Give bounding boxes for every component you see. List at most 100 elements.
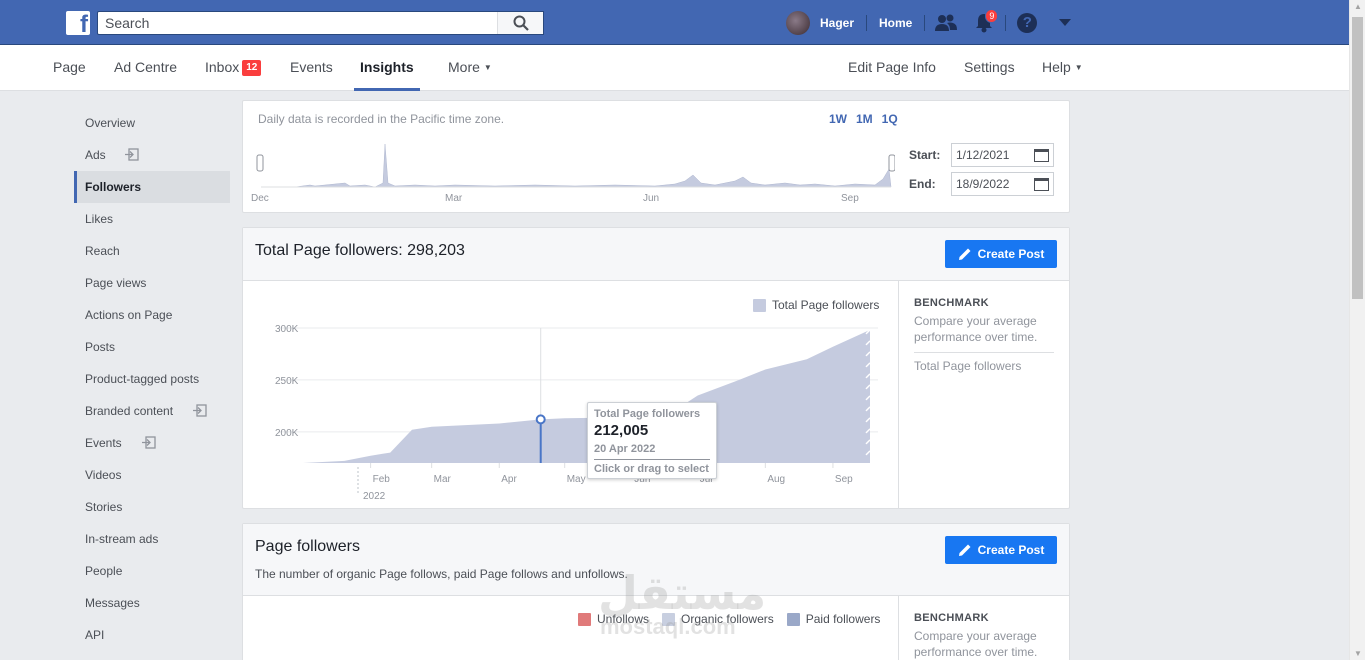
facebook-logo-icon[interactable]: f bbox=[66, 11, 90, 37]
sidebar-item-stories[interactable]: Stories bbox=[74, 491, 230, 523]
range-month-tick: Sep bbox=[841, 193, 859, 204]
divider bbox=[914, 352, 1054, 353]
range-buttons: 1W 1M 1Q bbox=[829, 112, 898, 126]
edit-page-info-link[interactable]: Edit Page Info bbox=[848, 45, 936, 91]
chart-tooltip: Total Page followers 212,005 20 Apr 2022… bbox=[587, 402, 717, 479]
search-icon bbox=[513, 15, 529, 31]
overview-area bbox=[261, 143, 892, 188]
sidebar-item-events[interactable]: Events bbox=[74, 427, 230, 459]
home-link[interactable]: Home bbox=[869, 16, 922, 30]
divider bbox=[1005, 14, 1007, 31]
divider bbox=[866, 14, 868, 31]
range-month-tick: Dec bbox=[251, 193, 269, 204]
sidebar-item-label: Messages bbox=[85, 596, 140, 610]
tab-insights[interactable]: Insights bbox=[354, 45, 420, 91]
link-label: Settings bbox=[964, 59, 1015, 75]
tab-events[interactable]: Events bbox=[290, 45, 333, 91]
end-date-label: End: bbox=[909, 177, 936, 191]
notifications-button[interactable]: 9 bbox=[968, 0, 1000, 45]
caret-down-icon bbox=[1059, 18, 1072, 26]
profile-link[interactable]: Hager bbox=[817, 16, 864, 30]
settings-link[interactable]: Settings bbox=[964, 45, 1015, 91]
sidebar-item-reach[interactable]: Reach bbox=[74, 235, 230, 267]
benchmark-item[interactable]: Total Page followers bbox=[914, 359, 1021, 373]
scroll-down-arrow-icon[interactable]: ▼ bbox=[1354, 649, 1362, 658]
insights-sidebar: Overview Ads Followers Likes Reach Page … bbox=[74, 107, 230, 651]
sidebar-item-label: Actions on Page bbox=[85, 308, 173, 322]
sidebar-item-ads[interactable]: Ads bbox=[74, 139, 230, 171]
external-link-icon bbox=[193, 404, 207, 417]
start-date-field[interactable]: 1/12/2021 bbox=[951, 143, 1054, 167]
legend-swatch-paid bbox=[786, 612, 800, 626]
calendar-icon[interactable] bbox=[1034, 149, 1049, 162]
sidebar-item-likes[interactable]: Likes bbox=[74, 203, 230, 235]
sidebar-item-label: Ads bbox=[85, 148, 106, 162]
scroll-up-arrow-icon[interactable]: ▲ bbox=[1354, 2, 1362, 11]
help-button[interactable]: ? bbox=[1011, 0, 1043, 45]
create-post-button[interactable]: Create Post bbox=[945, 240, 1057, 268]
range-handle-left[interactable] bbox=[256, 154, 264, 172]
pencil-icon bbox=[958, 248, 971, 260]
sidebar-item-label: Branded content bbox=[85, 404, 174, 418]
benchmark-description: Compare your average performance over ti… bbox=[914, 314, 1038, 344]
external-link-icon bbox=[125, 148, 139, 161]
sidebar-item-messages[interactable]: Messages bbox=[74, 587, 230, 619]
sidebar-item-label: Overview bbox=[85, 116, 136, 130]
sidebar-item-in-stream-ads[interactable]: In-stream ads bbox=[74, 523, 230, 555]
sidebar-item-label: Page views bbox=[85, 276, 147, 290]
tab-label: Insights bbox=[360, 59, 414, 75]
range-handle-right[interactable] bbox=[888, 154, 895, 172]
sidebar-item-product-tagged-posts[interactable]: Product-tagged posts bbox=[74, 363, 230, 395]
sidebar-item-followers[interactable]: Followers bbox=[74, 171, 230, 203]
divider bbox=[594, 459, 710, 460]
sidebar-item-label: Followers bbox=[85, 180, 142, 194]
page-scrollbar[interactable]: ▲ ▼ bbox=[1349, 0, 1365, 660]
end-date-field[interactable]: 18/9/2022 bbox=[951, 172, 1054, 196]
range-1w-button[interactable]: 1W bbox=[829, 112, 847, 126]
range-overview-chart[interactable] bbox=[255, 139, 895, 191]
benchmark-title: BENCHMARK bbox=[914, 297, 989, 309]
search-input[interactable] bbox=[98, 12, 498, 34]
sidebar-item-label: Events bbox=[85, 436, 122, 450]
calendar-icon[interactable] bbox=[1034, 178, 1049, 191]
pencil-icon bbox=[958, 544, 971, 556]
sidebar-item-page-views[interactable]: Page views bbox=[74, 267, 230, 299]
inbox-badge: 12 bbox=[242, 60, 262, 76]
sidebar-item-people[interactable]: People bbox=[74, 555, 230, 587]
legend-swatch-unfollows bbox=[578, 612, 591, 626]
search-button[interactable] bbox=[497, 12, 543, 34]
link-label: Edit Page Info bbox=[848, 59, 936, 75]
legend-label: Total Page followers bbox=[772, 298, 880, 312]
range-month-tick: Jun bbox=[643, 193, 660, 204]
card-title: Page followers bbox=[255, 538, 360, 555]
tab-page[interactable]: Page bbox=[53, 45, 86, 91]
sidebar-item-api[interactable]: API bbox=[74, 619, 230, 651]
search-box bbox=[97, 11, 544, 35]
card-title: Total Page followers: 298,203 bbox=[255, 242, 465, 259]
tab-label: Inbox bbox=[205, 59, 240, 75]
avatar[interactable] bbox=[786, 10, 810, 35]
range-1m-button[interactable]: 1M bbox=[856, 112, 873, 126]
tooltip-label: Total Page followers bbox=[594, 408, 701, 420]
notification-badge: 9 bbox=[985, 9, 999, 23]
account-menu-button[interactable] bbox=[1049, 0, 1081, 45]
range-1q-button[interactable]: 1Q bbox=[882, 112, 898, 126]
create-post-button[interactable]: Create Post bbox=[945, 536, 1057, 564]
range-month-tick: Mar bbox=[445, 193, 463, 204]
friend-requests-button[interactable] bbox=[930, 0, 962, 45]
tab-more[interactable]: More ▼ bbox=[448, 45, 492, 91]
tab-inbox[interactable]: Inbox 12 bbox=[205, 45, 262, 91]
chart-legend: Total Page followers bbox=[753, 298, 879, 312]
sidebar-item-actions-on-page[interactable]: Actions on Page bbox=[74, 299, 230, 331]
sidebar-item-branded-content[interactable]: Branded content bbox=[74, 395, 230, 427]
scrollbar-thumb[interactable] bbox=[1352, 17, 1363, 299]
help-menu[interactable]: Help ▼ bbox=[1042, 45, 1083, 91]
tab-ad-centre[interactable]: Ad Centre bbox=[114, 45, 177, 91]
sidebar-item-posts[interactable]: Posts bbox=[74, 331, 230, 363]
sidebar-item-label: In-stream ads bbox=[85, 532, 159, 546]
sidebar-item-label: Videos bbox=[85, 468, 122, 482]
sidebar-item-videos[interactable]: Videos bbox=[74, 459, 230, 491]
tab-label: Ad Centre bbox=[114, 59, 178, 75]
sidebar-item-overview[interactable]: Overview bbox=[74, 107, 230, 139]
date-range-panel: Daily data is recorded in the Pacific ti… bbox=[242, 100, 1070, 213]
